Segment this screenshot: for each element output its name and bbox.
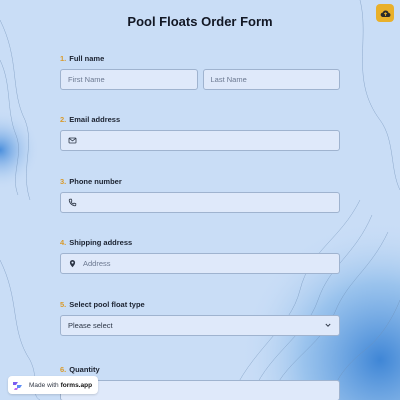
question-quantity: 6. Quantity: [60, 364, 340, 400]
page-title: Pool Floats Order Form: [127, 14, 273, 29]
last-name-input[interactable]: Last Name: [202, 69, 340, 90]
question-label: Quantity: [69, 365, 100, 374]
question-full-name: 1. Full name First Name Last Name: [60, 53, 340, 90]
form-page: Pool Floats Order Form 1. Full name First…: [0, 0, 400, 400]
question-number: 6.: [60, 365, 67, 374]
question-label: Email address: [69, 115, 121, 124]
question-number: 3.: [60, 177, 67, 186]
select-value: Please select: [68, 321, 113, 330]
email-field[interactable]: [60, 130, 340, 151]
question-number: 5.: [60, 300, 67, 309]
question-phone: 3. Phone number: [60, 176, 340, 213]
question-pool-float-type: 5. Select pool float type Please select: [60, 299, 340, 336]
question-label: Full name: [69, 54, 105, 63]
cloud-upload-icon: [380, 9, 390, 17]
phone-field[interactable]: [60, 192, 340, 213]
address-field[interactable]: Address: [60, 253, 340, 274]
badge-brand: forms.app: [60, 381, 93, 389]
made-with-badge[interactable]: Made with forms.app: [8, 376, 99, 394]
question-label: Select pool float type: [69, 300, 145, 309]
email-icon: [68, 136, 77, 145]
phone-icon: [68, 198, 77, 207]
question-label: Phone number: [69, 177, 122, 186]
pool-float-type-select[interactable]: Please select: [60, 315, 340, 336]
question-email: 2. Email address: [60, 114, 340, 151]
question-shipping-address: 4. Shipping address Address: [60, 237, 340, 274]
badge-prefix: Made with: [29, 381, 59, 389]
corner-action-button[interactable]: [376, 4, 394, 22]
question-number: 1.: [60, 54, 67, 63]
question-number: 2.: [60, 115, 67, 124]
location-pin-icon: [68, 259, 77, 268]
question-label: Shipping address: [69, 238, 133, 247]
address-placeholder: Address: [83, 259, 111, 268]
question-number: 4.: [60, 238, 67, 247]
quantity-field[interactable]: [60, 380, 340, 400]
first-name-input[interactable]: First Name: [60, 69, 198, 90]
chevron-down-icon: [324, 321, 332, 331]
forms-app-logo-icon: [13, 381, 22, 390]
